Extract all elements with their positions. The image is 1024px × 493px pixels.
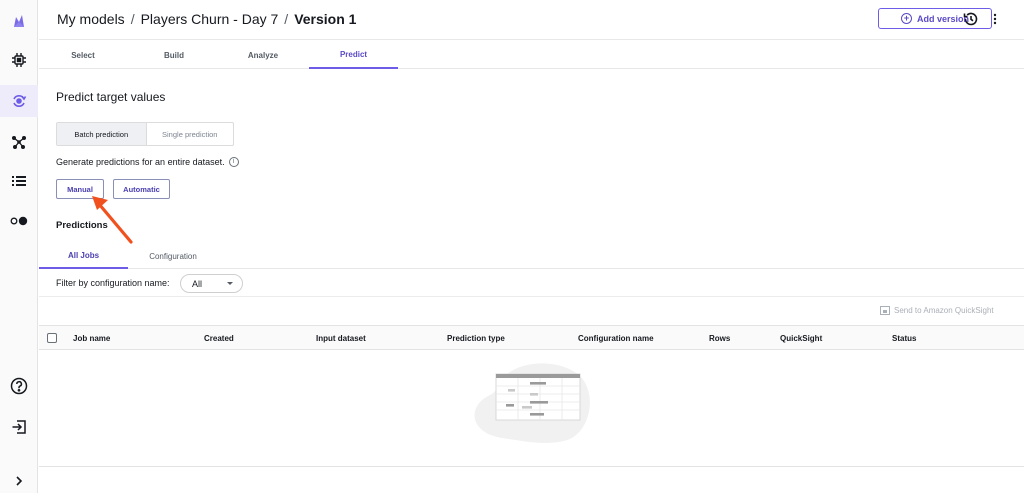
prediction-mode-toggle: Batch prediction Single prediction (56, 122, 234, 146)
table-bottom-border (39, 466, 1024, 467)
breadcrumb-separator: / (284, 11, 289, 27)
toggle-icon[interactable] (0, 205, 38, 237)
prediction-description: Generate predictions for an entire datas… (56, 157, 239, 167)
select-all-checkbox[interactable] (47, 333, 57, 343)
predictions-heading: Predictions (56, 220, 108, 231)
caret-down-icon (227, 282, 233, 285)
filter-value: All (192, 278, 203, 289)
annotation-arrow-icon (92, 196, 133, 244)
model-cycle-icon[interactable] (0, 85, 38, 117)
help-icon[interactable] (0, 370, 38, 402)
description-text: Generate predictions for an entire datas… (56, 157, 225, 167)
batch-prediction-option[interactable]: Batch prediction (57, 123, 146, 145)
canvas-logo-icon[interactable] (0, 5, 38, 37)
history-icon[interactable] (961, 9, 981, 29)
column-prediction-type[interactable]: Prediction type (447, 326, 505, 350)
asterisk-nodes-icon[interactable] (0, 126, 38, 158)
send-to-quicksight-button[interactable]: Send to Amazon QuickSight (880, 306, 994, 315)
filter-label: Filter by configuration name: (56, 278, 170, 288)
jobs-table-header: Job name Created Input dataset Predictio… (39, 325, 1024, 350)
main-tabs: Select Build Analyze Predict (39, 41, 1024, 69)
column-quicksight[interactable]: QuickSight (780, 326, 822, 350)
configuration-filter-select[interactable]: All (180, 274, 243, 293)
plus-circle-icon: + (900, 13, 912, 24)
empty-table-illustration (474, 363, 590, 443)
column-rows[interactable]: Rows (709, 326, 730, 350)
column-job-name[interactable]: Job name (73, 326, 110, 350)
subtab-configuration[interactable]: Configuration (128, 244, 218, 269)
page-title: Predict target values (56, 90, 166, 104)
divider (39, 296, 1024, 297)
subtab-all-jobs[interactable]: All Jobs (39, 244, 128, 269)
sign-out-icon[interactable] (0, 411, 38, 443)
column-configuration-name[interactable]: Configuration name (578, 326, 654, 350)
breadcrumb: My models / Players Churn - Day 7 / Vers… (57, 11, 356, 27)
list-icon[interactable] (0, 165, 38, 197)
breadcrumb-version: Version 1 (294, 11, 357, 27)
predictions-subtabs: All Jobs Configuration (39, 244, 1024, 269)
tab-select[interactable]: Select (39, 41, 127, 69)
breadcrumb-separator: / (130, 11, 135, 27)
single-prediction-option[interactable]: Single prediction (145, 123, 234, 145)
tab-build[interactable]: Build (129, 41, 219, 69)
chevron-right-icon[interactable] (0, 465, 38, 493)
column-input-dataset[interactable]: Input dataset (316, 326, 366, 350)
tab-analyze[interactable]: Analyze (219, 41, 307, 69)
quicksight-label: Send to Amazon QuickSight (894, 306, 994, 315)
cpu-chip-icon[interactable] (0, 44, 38, 76)
column-created[interactable]: Created (204, 326, 234, 350)
kebab-menu-icon[interactable] (989, 9, 1001, 29)
breadcrumb-model-name[interactable]: Players Churn - Day 7 (141, 11, 279, 27)
breadcrumb-models[interactable]: My models (57, 11, 125, 27)
tab-predict[interactable]: Predict (309, 41, 398, 69)
page-header: My models / Players Churn - Day 7 / Vers… (39, 0, 1024, 40)
info-icon[interactable]: i (228, 157, 239, 167)
chart-icon (880, 306, 890, 315)
column-status[interactable]: Status (892, 326, 916, 350)
left-nav-rail (0, 0, 38, 493)
